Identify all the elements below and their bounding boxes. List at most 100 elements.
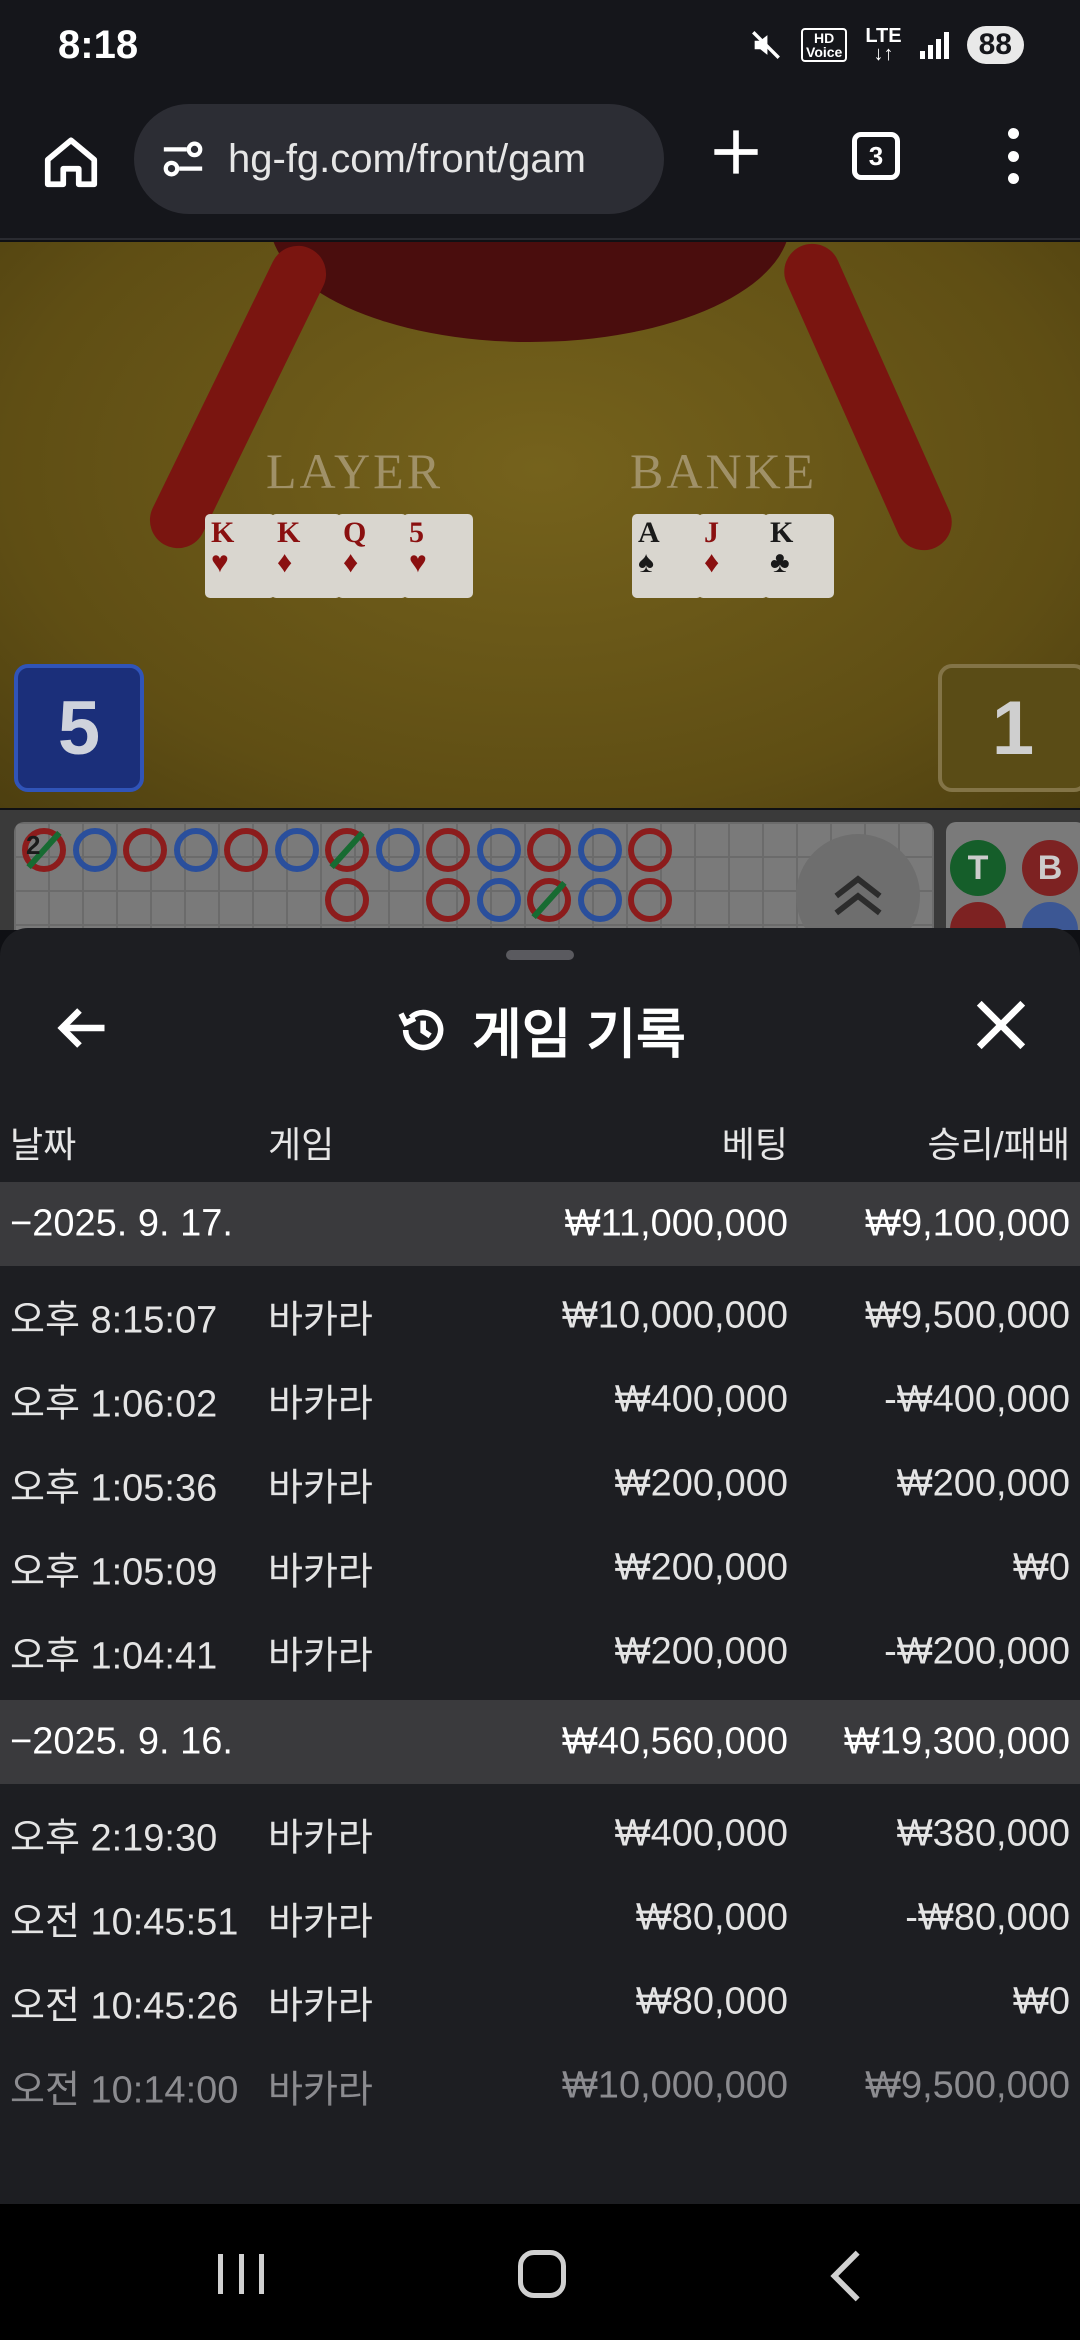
banker-score: 1	[938, 664, 1080, 792]
history-table: −2025. 9. 17. ₩11,000,000 ₩9,100,000 오후 8:1…	[0, 1182, 1080, 2134]
more-options-icon[interactable]	[1000, 128, 1026, 184]
banker-bead	[274, 828, 319, 872]
signal-icon	[919, 31, 949, 59]
row-time: 오후 1:04:41	[10, 1635, 218, 1678]
url-text: hg-fg.com/front/gam	[228, 136, 586, 181]
home-button-icon[interactable]	[518, 2250, 566, 2298]
game-video[interactable]: LAYER BANKE K ♥ K ♦ Q ♦ 5 ♥ A ♠ J ♦ K ♣ 5 1	[0, 242, 1080, 808]
tie-marker: T	[950, 840, 1006, 896]
row-bet: ₩400,000	[614, 1812, 788, 1855]
banker-card: K ♣	[764, 514, 834, 598]
row-result: -₩200,000	[884, 1630, 1070, 1673]
day-summary-row[interactable]: −2025. 9. 17. ₩11,000,000 ₩9,100,000	[0, 1182, 1080, 1266]
player-bead	[628, 828, 672, 872]
hd-voice-hd: HD	[814, 30, 835, 46]
player-bead	[426, 828, 470, 872]
day-summary-row[interactable]: −2025. 9. 16. ₩40,560,000 ₩19,300,000	[0, 1700, 1080, 1784]
bead-road: 2 T B	[0, 810, 1080, 930]
banker-bead	[577, 828, 622, 872]
table-row[interactable]: 오후 1:06:02 바카라 ₩400,000 -₩400,000	[0, 1358, 1080, 1442]
card-suit: ♦	[704, 546, 720, 579]
day-bet-total: ₩11,000,000	[564, 1202, 788, 1245]
card-suit: ♣	[770, 546, 790, 579]
player-bead	[123, 828, 167, 872]
banker-bead	[577, 878, 622, 922]
row-result: -₩80,000	[905, 1896, 1070, 1939]
tab-count: 3	[868, 140, 884, 171]
row-bet: ₩200,000	[614, 1546, 788, 1589]
banker-bead	[72, 828, 117, 872]
table-row[interactable]: 오전 10:45:51 바카라 ₩80,000 -₩80,000	[0, 1876, 1080, 1960]
table-row[interactable]: 오전 10:45:26 바카라 ₩80,000 ₩0	[0, 1960, 1080, 2044]
banker-marker: B	[1022, 840, 1078, 896]
history-icon	[398, 1009, 444, 1050]
card-rank: K	[277, 516, 301, 549]
player-card: 5 ♥	[403, 514, 473, 598]
row-result: ₩0	[1013, 1546, 1070, 1589]
card-rank: K	[211, 516, 235, 549]
table-row[interactable]: 오후 8:15:07 바카라 ₩10,000,000 ₩9,500,000	[0, 1274, 1080, 1358]
player-score: 5	[14, 664, 144, 792]
row-result: ₩9,500,000	[865, 1294, 1070, 1337]
player-bead	[325, 878, 369, 922]
day-bet-total: ₩40,560,000	[561, 1720, 788, 1763]
row-result: -₩400,000	[884, 1378, 1070, 1421]
drag-handle[interactable]	[506, 950, 574, 960]
card-suit: ♠	[638, 546, 654, 579]
table-row[interactable]: 오후 1:05:36 바카라 ₩200,000 ₩200,000	[0, 1442, 1080, 1526]
row-bet: ₩200,000	[614, 1630, 788, 1673]
hd-voice-label: Voice	[806, 44, 843, 60]
address-bar[interactable]: hg-fg.com/front/gam	[134, 104, 664, 214]
mute-icon	[752, 31, 780, 59]
row-game: 바카라	[268, 1383, 373, 1426]
scroll-fade	[0, 2096, 1080, 2204]
player-bead	[628, 878, 672, 922]
tab-switcher-button[interactable]: 3	[852, 132, 900, 180]
player-label: LAYER	[266, 443, 444, 499]
recents-icon[interactable]	[218, 2254, 264, 2294]
banker-bead	[476, 878, 521, 922]
card-suit: ♥	[211, 546, 229, 579]
banker-card: J ♦	[698, 514, 768, 598]
player-bead	[426, 878, 470, 922]
table-row[interactable]: 오후 1:05:09 바카라 ₩200,000 ₩0	[0, 1526, 1080, 1610]
card-rank: A	[638, 516, 660, 549]
chevron-up-icon	[834, 875, 882, 916]
day-result-total: ₩19,300,000	[843, 1720, 1070, 1763]
row-time: 오후 1:05:36	[10, 1467, 218, 1510]
player-card: K ♥	[205, 514, 275, 598]
table-row[interactable]: 오후 2:19:30 바카라 ₩400,000 ₩380,000	[0, 1792, 1080, 1876]
row-time: 오후 1:06:02	[10, 1383, 218, 1426]
day-date: −2025. 9. 17.	[10, 1202, 233, 1245]
browser-toolbar: hg-fg.com/front/gam 3	[0, 90, 1080, 240]
status-icons: HD Voice LTE ↓↑ 88	[749, 26, 1024, 64]
column-result: 승리/패배	[927, 1124, 1070, 1165]
site-settings-icon[interactable]	[160, 139, 206, 179]
row-bet: ₩80,000	[635, 1980, 788, 2023]
home-icon[interactable]	[40, 130, 102, 192]
close-icon[interactable]	[972, 996, 1030, 1054]
game-history-sheet: 게임 기록 날짜 게임 베팅 승리/패배 −2025. 9. 17. ₩11,00…	[0, 928, 1080, 2204]
status-time: 8:18	[58, 22, 139, 67]
hd-voice-icon: HD Voice	[801, 28, 848, 62]
back-icon[interactable]	[826, 2248, 866, 2304]
row-result: ₩200,000	[896, 1462, 1070, 1505]
banker-bead	[476, 828, 521, 872]
banker-card: A ♠	[632, 514, 702, 598]
player-card: K ♦	[271, 514, 341, 598]
player-card: Q ♦	[337, 514, 407, 598]
banker-bead	[375, 828, 420, 872]
banker-bead	[173, 828, 218, 872]
row-game: 바카라	[268, 1635, 373, 1678]
row-time: 오전 10:45:26	[10, 1985, 239, 2028]
new-tab-icon[interactable]	[710, 126, 762, 178]
player-bead	[527, 828, 571, 872]
card-rank: 5	[409, 516, 424, 549]
bead-count-badge: 2	[26, 830, 41, 860]
row-bet: ₩200,000	[614, 1462, 788, 1505]
table-row[interactable]: 오후 1:04:41 바카라 ₩200,000 -₩200,000	[0, 1610, 1080, 1694]
row-game: 바카라	[268, 1299, 373, 1342]
row-bet: ₩10,000,000	[561, 1294, 788, 1337]
player-bead	[224, 828, 268, 872]
column-game: 게임	[268, 1124, 335, 1165]
